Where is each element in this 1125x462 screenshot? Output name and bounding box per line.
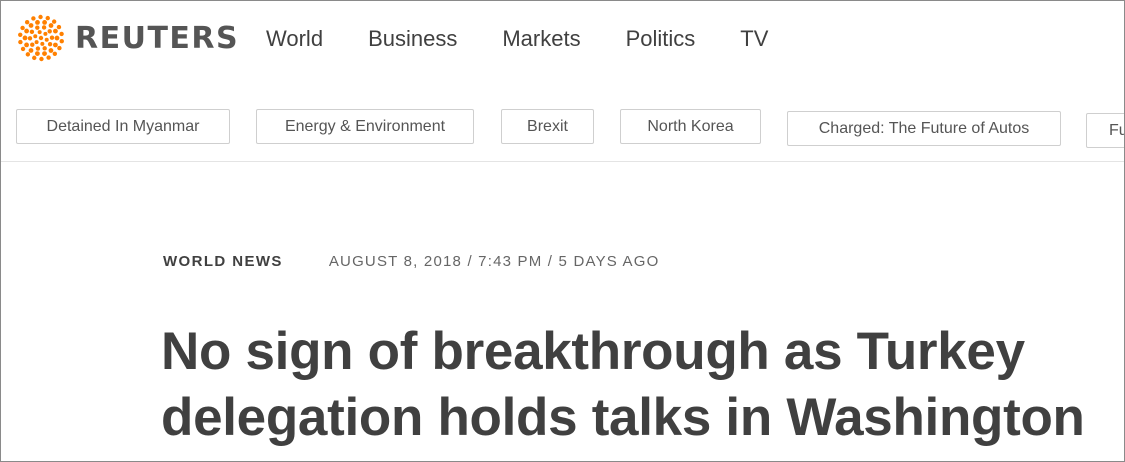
nav-tv[interactable]: TV [740, 21, 768, 57]
nav-markets[interactable]: Markets [502, 21, 580, 57]
article-section-label[interactable]: WORLD NEWS [163, 253, 283, 270]
nav-politics[interactable]: Politics [626, 21, 696, 57]
reuters-logo[interactable]: REUTERS [15, 13, 239, 63]
main-nav: World Business Markets Politics TV [266, 21, 813, 57]
topic-chip-partial[interactable]: Fu [1086, 113, 1124, 148]
nav-world[interactable]: World [266, 21, 323, 57]
header-divider [1, 161, 1124, 162]
article-headline: No sign of breakthrough as Turkey delega… [161, 322, 1085, 447]
nav-business[interactable]: Business [368, 21, 457, 57]
page-frame: REUTERS World Business Markets Politics … [0, 0, 1125, 462]
topic-chip-detained-in-myanmar[interactable]: Detained In Myanmar [16, 109, 230, 144]
topic-bar: Detained In Myanmar Energy & Environment… [16, 109, 1124, 149]
article-meta: WORLD NEWS AUGUST 8, 2018 / 7:43 PM / 5 … [163, 253, 659, 270]
topic-chip-charged-future-of-autos[interactable]: Charged: The Future of Autos [787, 111, 1061, 146]
article-dateline: AUGUST 8, 2018 / 7:43 PM / 5 DAYS AGO [328, 253, 660, 270]
topic-chip-north-korea[interactable]: North Korea [620, 109, 761, 144]
top-navigation: REUTERS World Business Markets Politics … [1, 1, 1124, 81]
topic-chip-energy-environment[interactable]: Energy & Environment [256, 109, 474, 144]
logo-wordmark: REUTERS [75, 20, 240, 56]
topic-chip-brexit[interactable]: Brexit [501, 109, 594, 144]
reuters-logo-icon [18, 14, 64, 62]
